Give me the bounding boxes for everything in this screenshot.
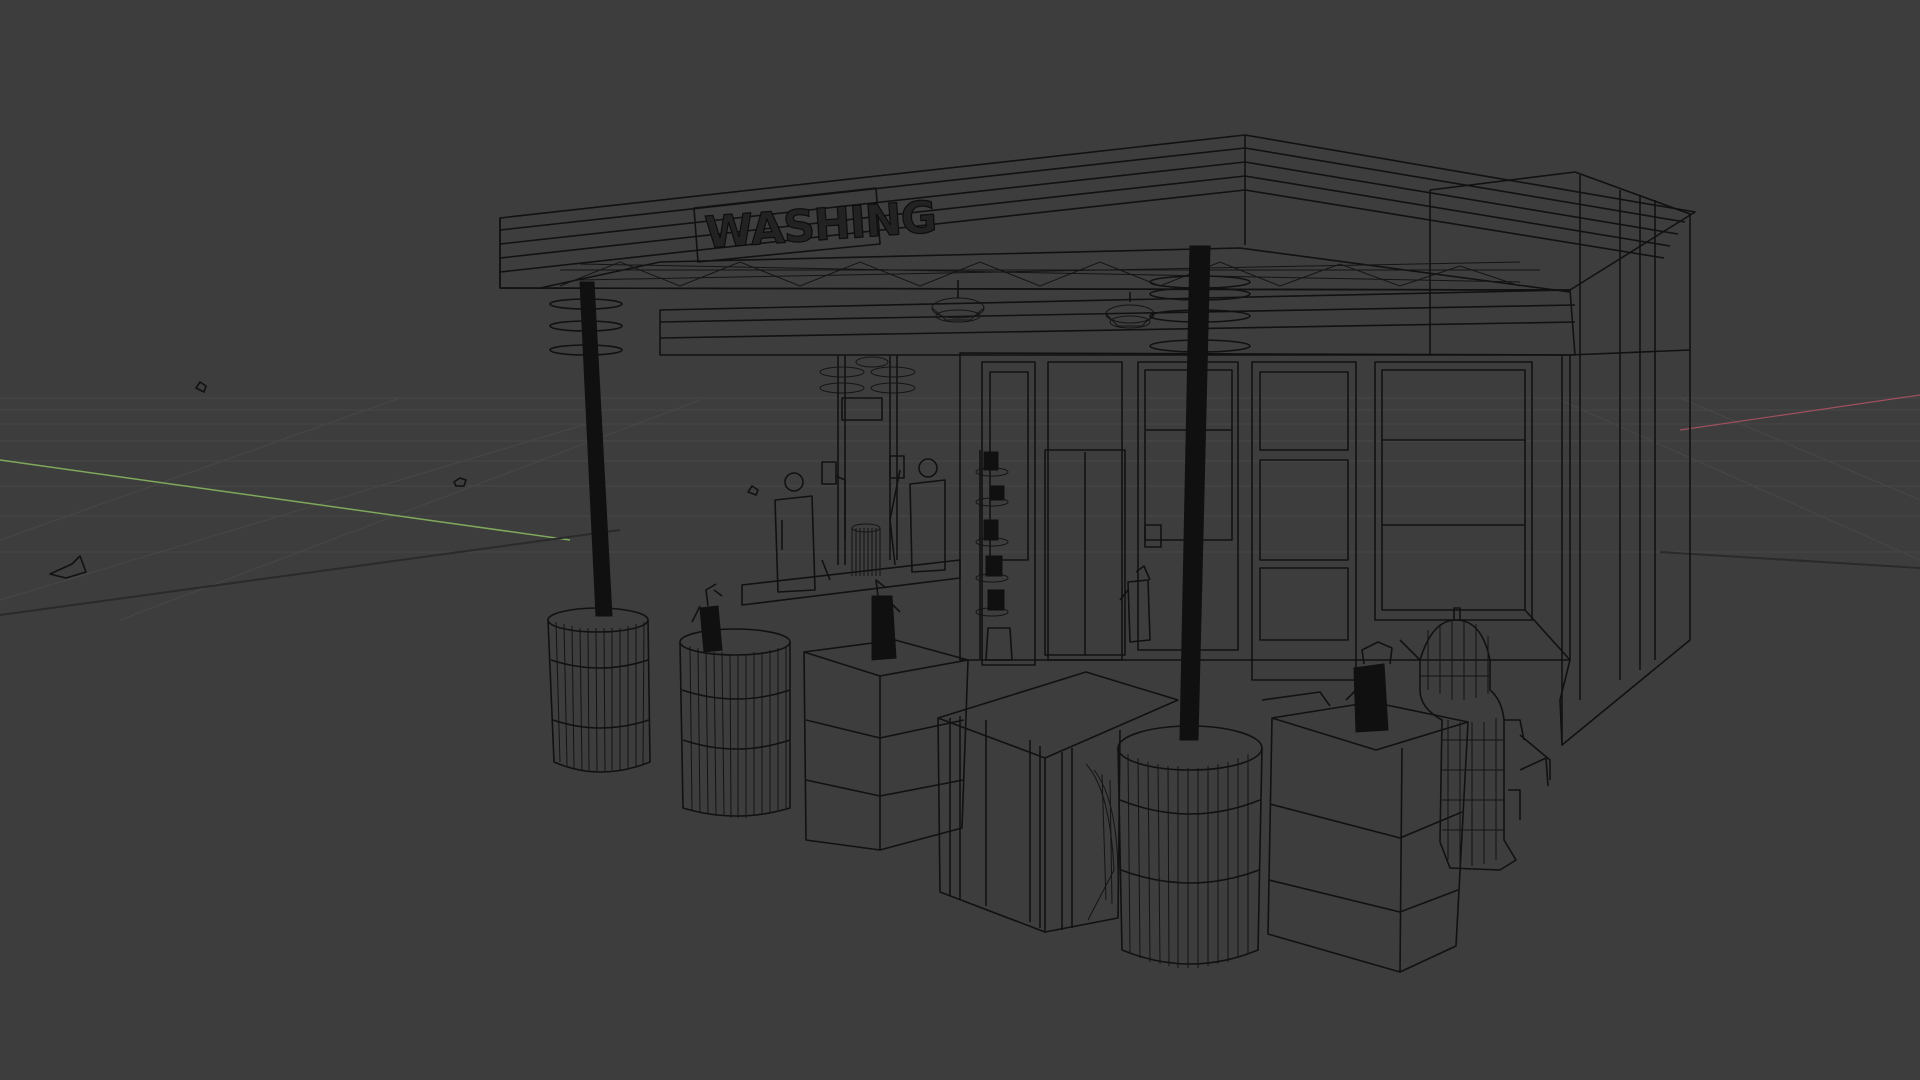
left-barrel[interactable] <box>547 607 651 773</box>
center-barrel[interactable] <box>1117 725 1263 968</box>
x-axis-line <box>0 459 571 541</box>
hanging-lamp-right[interactable] <box>1105 292 1155 329</box>
middle-barrel[interactable] <box>679 583 791 819</box>
sign-label: WASHING <box>703 192 937 259</box>
horizon-line-right <box>1659 551 1920 569</box>
lift-tracks[interactable] <box>1261 691 1549 820</box>
center-pole[interactable] <box>1149 245 1251 741</box>
wireframe-scene: WASHING <box>0 134 1920 973</box>
3d-viewport[interactable]: WASHING <box>0 0 1920 1080</box>
washing-sign[interactable]: WASHING <box>693 187 938 263</box>
pump-island[interactable] <box>741 355 961 606</box>
cabinet-box-left[interactable] <box>803 579 969 851</box>
y-axis-line <box>1679 394 1920 431</box>
canopy-roof[interactable] <box>499 134 1696 356</box>
wooden-crate[interactable] <box>937 671 1179 933</box>
station-building[interactable] <box>959 171 1691 780</box>
cabinet-box-right[interactable] <box>1267 641 1469 973</box>
left-pole[interactable] <box>549 281 623 617</box>
scattered-props[interactable] <box>49 381 759 579</box>
